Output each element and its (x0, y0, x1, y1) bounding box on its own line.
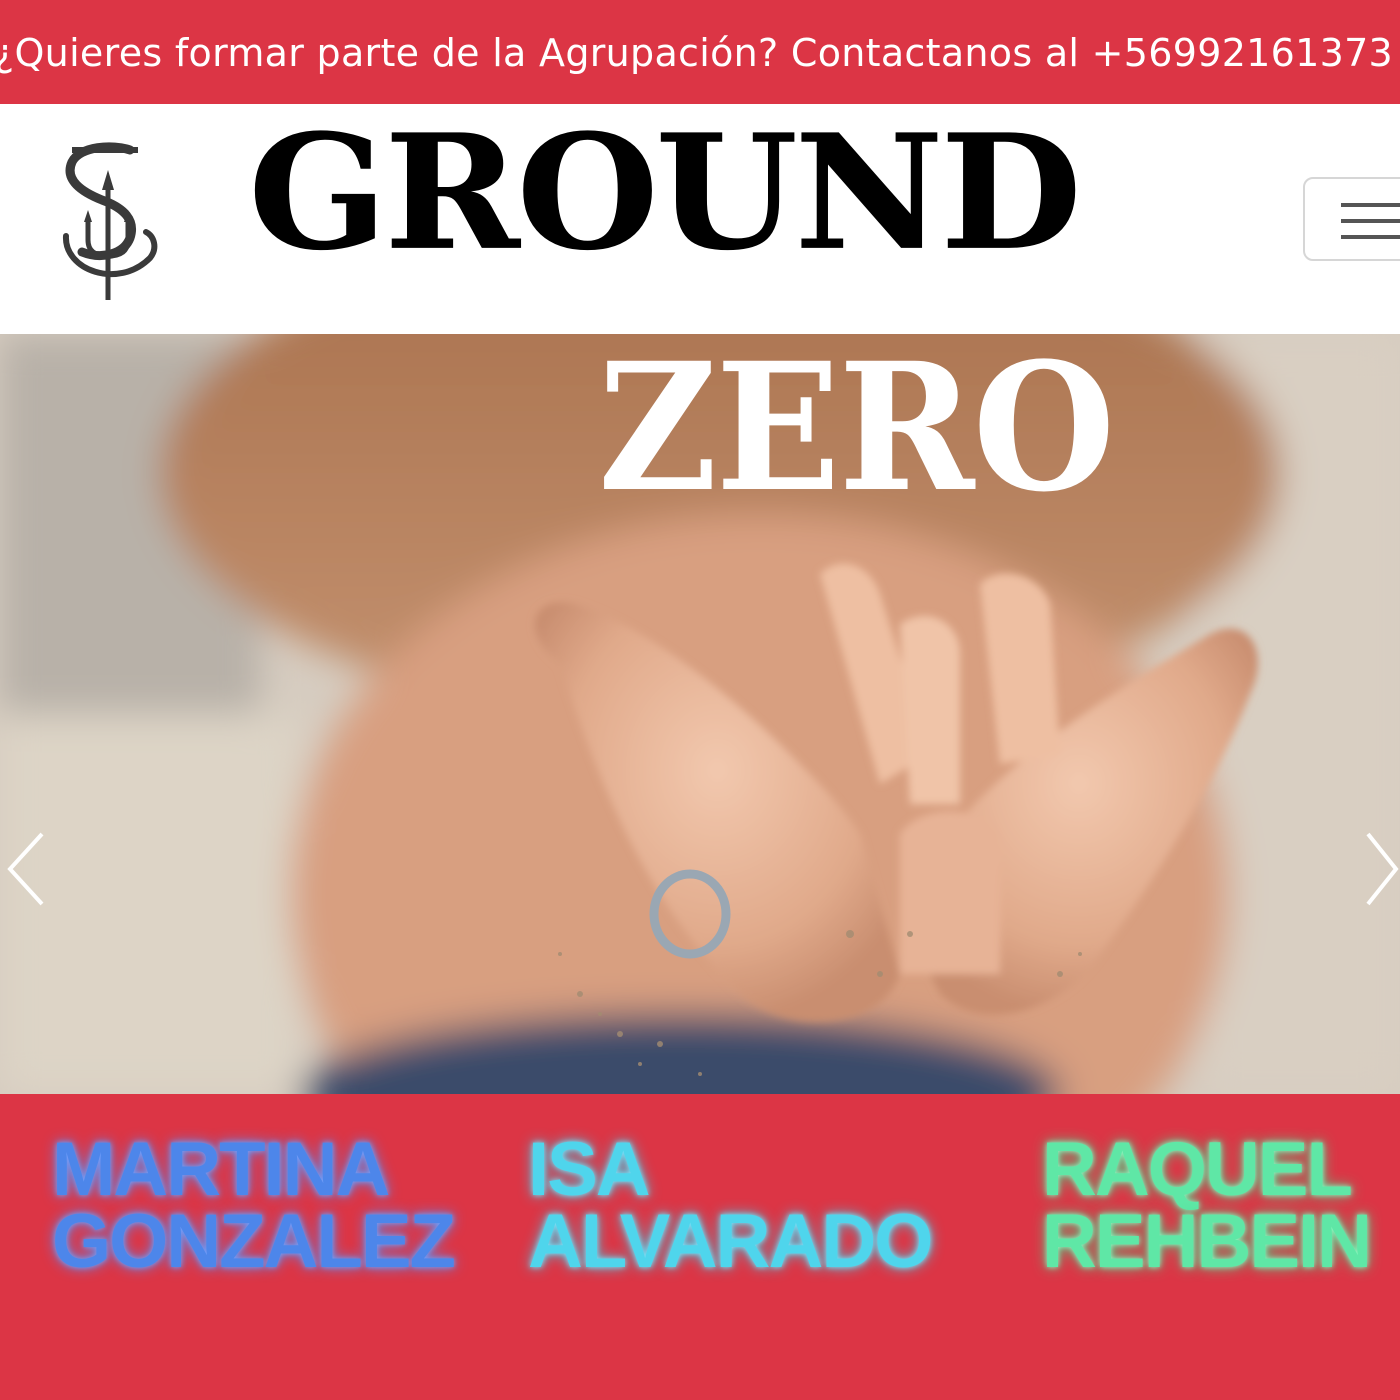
member-first-name: MARTINA (52, 1127, 390, 1212)
members-section: MARTINA GONZALEZ ISA ALVARADO RAQUEL REH… (0, 1094, 1400, 1400)
member-first-name: RAQUEL (1042, 1127, 1353, 1212)
member-last-name: GONZALEZ (52, 1199, 456, 1284)
chevron-left-icon (7, 832, 44, 906)
banner-text: ¿Quieres formar parte de la Agrupación? … (0, 31, 1394, 75)
member-first-name: ISA (528, 1127, 651, 1212)
menu-toggle-button[interactable] (1303, 177, 1400, 261)
trident-logo-icon (62, 142, 158, 300)
page: ¿Quieres formar parte de la Agrupación? … (0, 0, 1400, 1400)
member-last-name: ALVARADO (528, 1199, 933, 1284)
carousel-next-button[interactable] (1360, 824, 1400, 914)
carousel-prev-button[interactable] (0, 824, 50, 914)
announcement-banner: ¿Quieres formar parte de la Agrupación? … (0, 0, 1400, 104)
member-isa-alvarado: ISA ALVARADO (528, 1127, 933, 1284)
hamburger-menu-icon (1341, 203, 1400, 239)
member-last-name: REHBEIN (1042, 1199, 1372, 1284)
member-martina-gonzalez: MARTINA GONZALEZ (52, 1127, 456, 1284)
title-ground: GROUND (248, 99, 1082, 286)
chevron-right-icon (1366, 832, 1399, 906)
trident-logo[interactable] (58, 140, 168, 305)
title-zero: ZERO (598, 324, 1115, 531)
member-raquel-rehbein: RAQUEL REHBEIN (1042, 1127, 1372, 1284)
